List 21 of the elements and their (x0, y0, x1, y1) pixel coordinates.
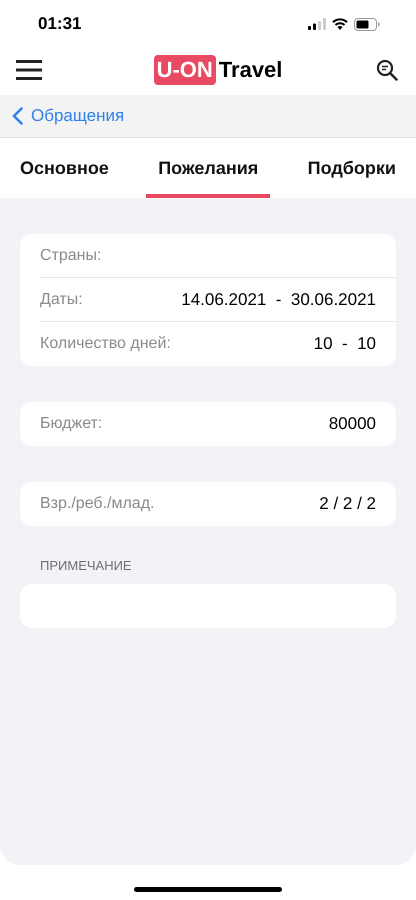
section-label: ПРИМЕЧАНИЕ (40, 557, 133, 575)
tab[interactable]: Подборки (296, 138, 408, 198)
wifi-icon (332, 18, 348, 30)
field-label: Бюджет: (40, 414, 102, 434)
back-chevron-icon (12, 107, 23, 125)
field-label: Количество дней: (40, 334, 171, 354)
field-value: 10 - 10 (314, 333, 376, 356)
menu-icon (16, 60, 42, 80)
status-time: 01:31 (38, 13, 82, 36)
tab[interactable]: Основное (8, 138, 121, 198)
field-value: 14.06.2021 - 30.06.2021 (181, 288, 376, 311)
field-label: Даты: (40, 290, 83, 310)
battery-icon (354, 18, 380, 30)
signal-icon (308, 18, 326, 30)
logo-badge: U-ON (154, 54, 216, 84)
field-value: 80000 (328, 413, 376, 436)
field-label: Взр./реб./млад. (40, 494, 154, 514)
field-value: 2 / 2 / 2 (319, 493, 376, 516)
logo-text: Travel (218, 56, 282, 84)
field-label: Страны: (40, 246, 102, 266)
search-icon (376, 58, 398, 80)
